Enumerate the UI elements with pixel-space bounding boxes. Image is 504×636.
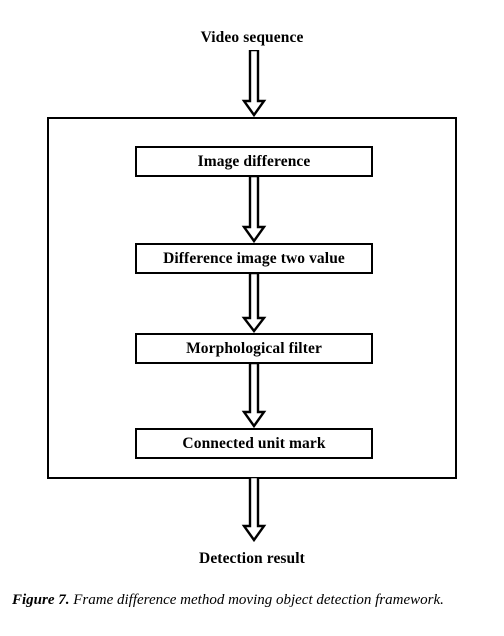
down-block-arrow-icon xyxy=(241,176,267,244)
process-step-label: Image difference xyxy=(197,152,311,170)
process-step-box: Connected unit mark xyxy=(135,428,373,459)
figure-caption-number: Figure 7. xyxy=(12,592,70,608)
process-step-box: Image difference xyxy=(135,146,373,177)
process-step-label: Difference image two value xyxy=(163,249,345,267)
figure-caption: Figure 7. Frame difference method moving… xyxy=(12,588,493,613)
arrow-step2-to-step3-icon xyxy=(234,363,274,429)
down-block-arrow-icon xyxy=(241,363,267,429)
process-step-label: Morphological filter xyxy=(186,339,322,357)
down-block-arrow-icon xyxy=(241,477,267,543)
output-label-detection-result: Detection result xyxy=(199,550,305,567)
down-block-arrow-icon xyxy=(241,50,267,118)
process-step-label: Connected unit mark xyxy=(182,434,326,452)
process-step-box: Morphological filter xyxy=(135,333,373,364)
input-label-video-sequence: Video sequence xyxy=(200,29,304,46)
process-step-box: Difference image two value xyxy=(135,243,373,274)
arrow-input-to-container-icon xyxy=(234,50,274,118)
arrow-step0-to-step1-icon xyxy=(234,176,274,244)
figure-caption-text: Frame difference method moving object de… xyxy=(73,592,444,608)
figure-diagram: Video sequence Image difference Differen… xyxy=(0,0,504,580)
arrow-step3-to-output-icon xyxy=(234,477,274,543)
down-block-arrow-icon xyxy=(241,273,267,333)
arrow-step1-to-step2-icon xyxy=(234,273,274,334)
